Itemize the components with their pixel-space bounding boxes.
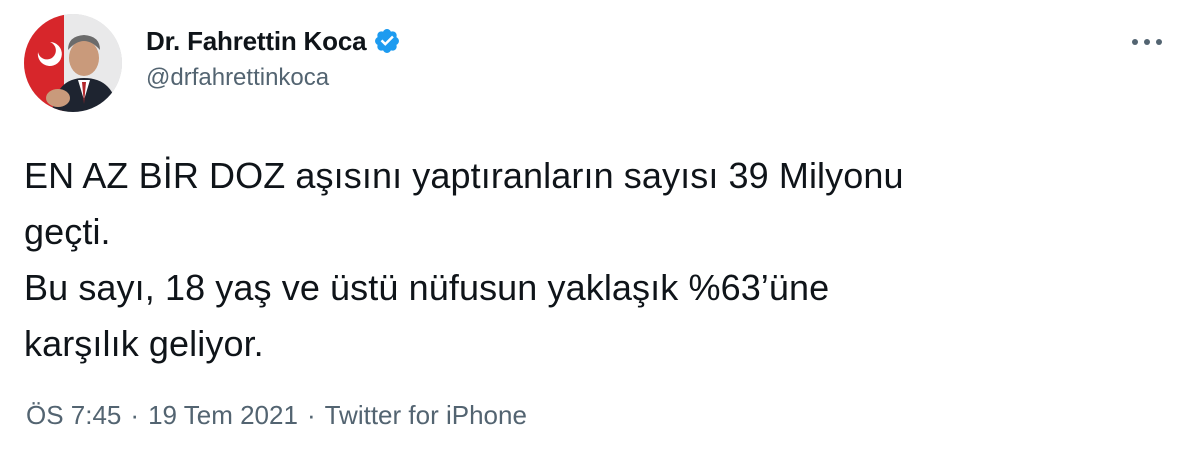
- tweet-text-line: EN AZ BİR DOZ aşısını yaptıranların sayı…: [24, 155, 904, 196]
- tweet-source[interactable]: Twitter for iPhone: [325, 400, 527, 431]
- more-options-button[interactable]: [1122, 22, 1172, 62]
- tweet-time[interactable]: ÖS 7:45: [26, 400, 121, 431]
- tweet-metadata: ÖS 7:45 · 19 Tem 2021 · Twitter for iPho…: [26, 400, 527, 431]
- verified-badge-icon: [373, 27, 401, 55]
- tweet-text-line: Bu sayı, 18 yaş ve üstü nüfusun yaklaşık…: [24, 267, 830, 308]
- author-handle[interactable]: @drfahrettinkoca: [146, 64, 401, 92]
- tweet-text: EN AZ BİR DOZ aşısını yaptıranların sayı…: [24, 148, 1174, 372]
- more-options-icon: [1132, 39, 1162, 45]
- tweet-text-line: karşılık geliyor.: [24, 323, 264, 364]
- author-block: Dr. Fahrettin Koca @drfahrettinkoca: [146, 22, 401, 92]
- tweet-card: Dr. Fahrettin Koca @drfahrettinkoca EN A…: [0, 0, 1200, 458]
- avatar[interactable]: [24, 14, 122, 112]
- author-name-row: Dr. Fahrettin Koca: [146, 22, 401, 60]
- meta-separator: ·: [130, 400, 140, 430]
- tweet-text-line: geçti.: [24, 211, 111, 252]
- meta-separator: ·: [306, 400, 316, 430]
- profile-photo: [24, 14, 122, 112]
- tweet-date[interactable]: 19 Tem 2021: [148, 400, 298, 431]
- author-display-name[interactable]: Dr. Fahrettin Koca: [146, 26, 367, 57]
